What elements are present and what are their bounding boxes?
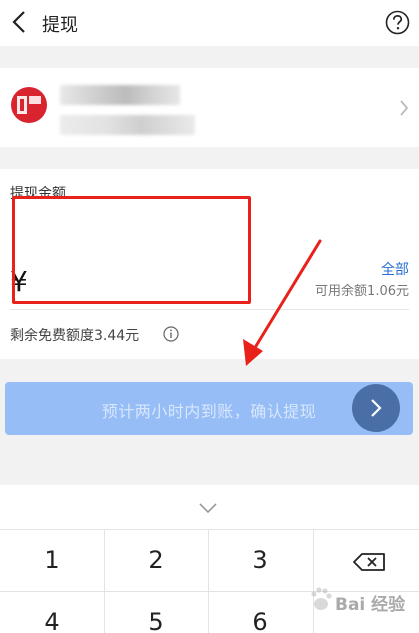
chevron-right-icon (400, 100, 409, 116)
withdraw-all-link[interactable]: 全部 (381, 259, 409, 279)
key-3[interactable]: 3 (208, 530, 312, 590)
key-1[interactable]: 1 (0, 530, 104, 590)
amount-section: 提现金额 ¥ 全部 可用余额1.06元 剩余免费额度3.44元 (0, 169, 419, 359)
key-2[interactable]: 2 (104, 530, 208, 590)
highlight-box (12, 196, 251, 304)
divider (10, 309, 409, 310)
card-name-redacted (60, 85, 180, 105)
question-circle-icon[interactable] (385, 10, 410, 35)
key-5[interactable]: 5 (104, 592, 208, 633)
chevron-right-circle-icon[interactable] (352, 384, 400, 432)
available-balance: 可用余额1.06元 (315, 284, 409, 299)
chevron-down-icon[interactable] (198, 502, 218, 514)
info-icon[interactable] (163, 326, 179, 342)
bank-card-row[interactable] (0, 68, 419, 147)
bank-logo (11, 87, 47, 123)
header-bar: 提现 (0, 0, 419, 46)
backspace-icon[interactable] (353, 552, 387, 572)
key-6[interactable]: 6 (208, 592, 312, 633)
free-quota-text: 剩余免费额度3.44元 (10, 328, 140, 344)
page-title: 提现 (42, 15, 78, 36)
card-number-redacted (60, 115, 195, 135)
chevron-left-icon[interactable] (10, 10, 30, 34)
watermark-text: Bai 经验 (335, 595, 406, 615)
key-4[interactable]: 4 (0, 592, 104, 633)
